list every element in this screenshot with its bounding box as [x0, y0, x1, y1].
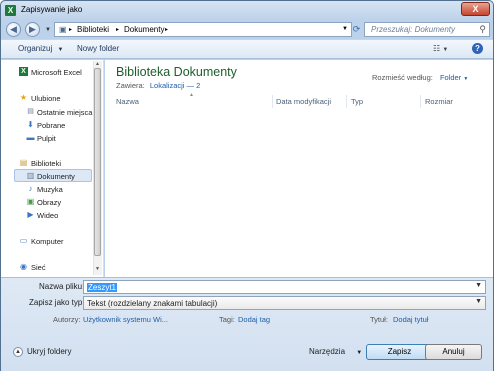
help-button[interactable]: ? [472, 43, 483, 54]
recent-locations-dropdown[interactable]: ▼ [44, 25, 52, 35]
column-header-name[interactable]: Nazwa [116, 97, 139, 106]
arrange-by: Rozmieść według: Folder ▼ [372, 73, 468, 82]
library-locations: Zawiera: Lokalizacji — 2 [116, 81, 200, 90]
arrange-dropdown[interactable]: Folder ▼ [440, 73, 468, 82]
sort-indicator-icon: ▲ [189, 92, 194, 98]
forward-arrow-icon: ▶ [29, 24, 36, 34]
nav-scroll-thumb[interactable] [94, 68, 101, 256]
filetype-value: Tekst (rozdzielany znakami tabulacji) [87, 299, 218, 308]
save-as-dialog: X Zapisywanie jako X ◀ ▶ ▼ ▣ ▸ Bibliotek… [0, 0, 494, 371]
back-arrow-icon: ◀ [10, 24, 17, 34]
chevron-down-icon[interactable]: ▼ [475, 282, 482, 289]
back-button[interactable]: ◀ [6, 22, 21, 37]
breadcrumb-documents[interactable]: Dokumenty [124, 25, 164, 34]
address-bar[interactable]: ▣ ▸ Biblioteki ▸ Dokumenty ▸ ▼ [54, 22, 352, 37]
documents-icon: ▥ [26, 171, 35, 180]
chevron-right-icon[interactable]: ▸ [116, 26, 119, 33]
nav-item-computer[interactable]: Komputer [31, 237, 64, 246]
refresh-icon: ⟳ [352, 24, 361, 34]
column-header-type[interactable]: Typ [351, 97, 363, 106]
address-dropdown-icon[interactable]: ▼ [342, 26, 348, 32]
desktop-icon: ▬ [26, 133, 35, 142]
excel-icon: X [19, 67, 28, 76]
filename-input[interactable]: Zeszyt1 ▼ [83, 280, 486, 294]
nav-item-favorites[interactable]: Ulubione [31, 94, 61, 103]
recent-places-icon: ▤ [27, 108, 34, 115]
nav-item-libraries[interactable]: Biblioteki [31, 159, 61, 168]
chevron-right-icon[interactable]: ▸ [69, 26, 72, 33]
organize-button[interactable]: Organizuj ▼ [18, 44, 63, 53]
chevron-down-icon: ▼ [463, 76, 469, 82]
chevron-down-icon: ▼ [442, 47, 449, 53]
filetype-select[interactable]: Tekst (rozdzielany znakami tabulacji) ▼ [83, 296, 486, 310]
tags-label: Tagi: [219, 315, 235, 324]
nav-item-downloads[interactable]: Pobrane [37, 121, 65, 130]
folder-icon: ▣ [59, 25, 67, 34]
search-input[interactable]: Przeszukaj: Dokumenty ⚲ [364, 22, 490, 37]
locations-link[interactable]: Lokalizacji — 2 [150, 81, 200, 90]
scroll-up-icon[interactable]: ▲ [95, 61, 100, 67]
view-icon: ☷ [433, 44, 441, 53]
chevron-right-icon[interactable]: ▸ [165, 26, 168, 33]
nav-item-recent-places[interactable]: Ostatnie miejsca [37, 108, 92, 117]
refresh-button[interactable]: ⟳ [349, 22, 364, 37]
window-title: Zapisywanie jako [21, 5, 83, 14]
nav-item-desktop[interactable]: Pulpit [37, 134, 56, 143]
column-header-size[interactable]: Rozmiar [425, 97, 453, 106]
search-placeholder: Przeszukaj: Dokumenty [371, 25, 456, 34]
breadcrumb-libraries[interactable]: Biblioteki [77, 25, 109, 34]
downloads-icon: ⬇ [27, 120, 34, 129]
nav-item-music[interactable]: Muzyka [37, 185, 63, 194]
music-icon: ♪ [28, 184, 33, 193]
column-divider[interactable] [272, 95, 273, 108]
title-value[interactable]: Dodaj tytuł [393, 315, 428, 324]
title-label: Tytuł: [370, 315, 388, 324]
nav-item-pictures[interactable]: Obrazy [37, 198, 61, 207]
column-divider[interactable] [346, 95, 347, 108]
chevron-down-icon: ▼ [57, 47, 64, 53]
organize-label: Organizuj [18, 44, 53, 53]
network-icon: ◉ [20, 262, 27, 271]
computer-icon: ▭ [19, 236, 28, 245]
column-header-date-modified[interactable]: Data modyfikacji [276, 97, 331, 106]
video-icon: ▶ [27, 210, 34, 219]
authors-value[interactable]: Użytkownik systemu Wi... [83, 315, 168, 324]
pictures-icon: ▣ [26, 197, 35, 206]
library-title: Biblioteka Dokumenty [116, 65, 237, 79]
tools-label: Narzędzia [309, 347, 346, 356]
arrange-value: Folder [439, 73, 462, 82]
forward-button[interactable]: ▶ [25, 22, 40, 37]
column-divider[interactable] [420, 95, 421, 108]
nav-item-microsoft-excel[interactable]: Microsoft Excel [31, 68, 82, 77]
chevron-down-icon: ▼ [356, 350, 363, 356]
chevron-down-icon: ▼ [475, 298, 482, 305]
nav-item-video[interactable]: Wideo [37, 211, 58, 220]
hide-folders-button[interactable]: Ukryj foldery [27, 347, 71, 356]
filename-value: Zeszyt1 [87, 283, 118, 292]
view-options-button[interactable]: ☷ ▼ [433, 44, 448, 53]
scroll-down-icon[interactable]: ▼ [95, 266, 100, 272]
filename-label: Nazwa pliku: [39, 282, 85, 291]
cancel-button[interactable]: Anuluj [425, 344, 482, 360]
command-bar [1, 39, 493, 59]
close-button[interactable]: X [461, 2, 490, 16]
nav-item-documents[interactable]: Dokumenty [37, 172, 75, 181]
authors-label: Autorzy: [53, 315, 81, 324]
collapse-icon[interactable]: ▲ [13, 347, 23, 357]
new-folder-button[interactable]: Nowy folder [77, 44, 119, 53]
nav-item-network[interactable]: Sieć [31, 263, 46, 272]
excel-icon: X [5, 5, 16, 16]
arrange-label: Rozmieść według: [372, 73, 433, 82]
libraries-icon: ▤ [19, 158, 28, 167]
tools-dropdown[interactable]: Narzędzia ▼ [309, 347, 362, 356]
contains-label: Zawiera: [116, 81, 145, 90]
star-icon: ★ [19, 93, 28, 102]
filetype-label: Zapisz jako typ: [29, 298, 85, 307]
save-button[interactable]: Zapisz [366, 344, 433, 360]
tags-value[interactable]: Dodaj tag [238, 315, 270, 324]
search-icon: ⚲ [479, 24, 486, 34]
file-list-area[interactable] [105, 60, 493, 277]
